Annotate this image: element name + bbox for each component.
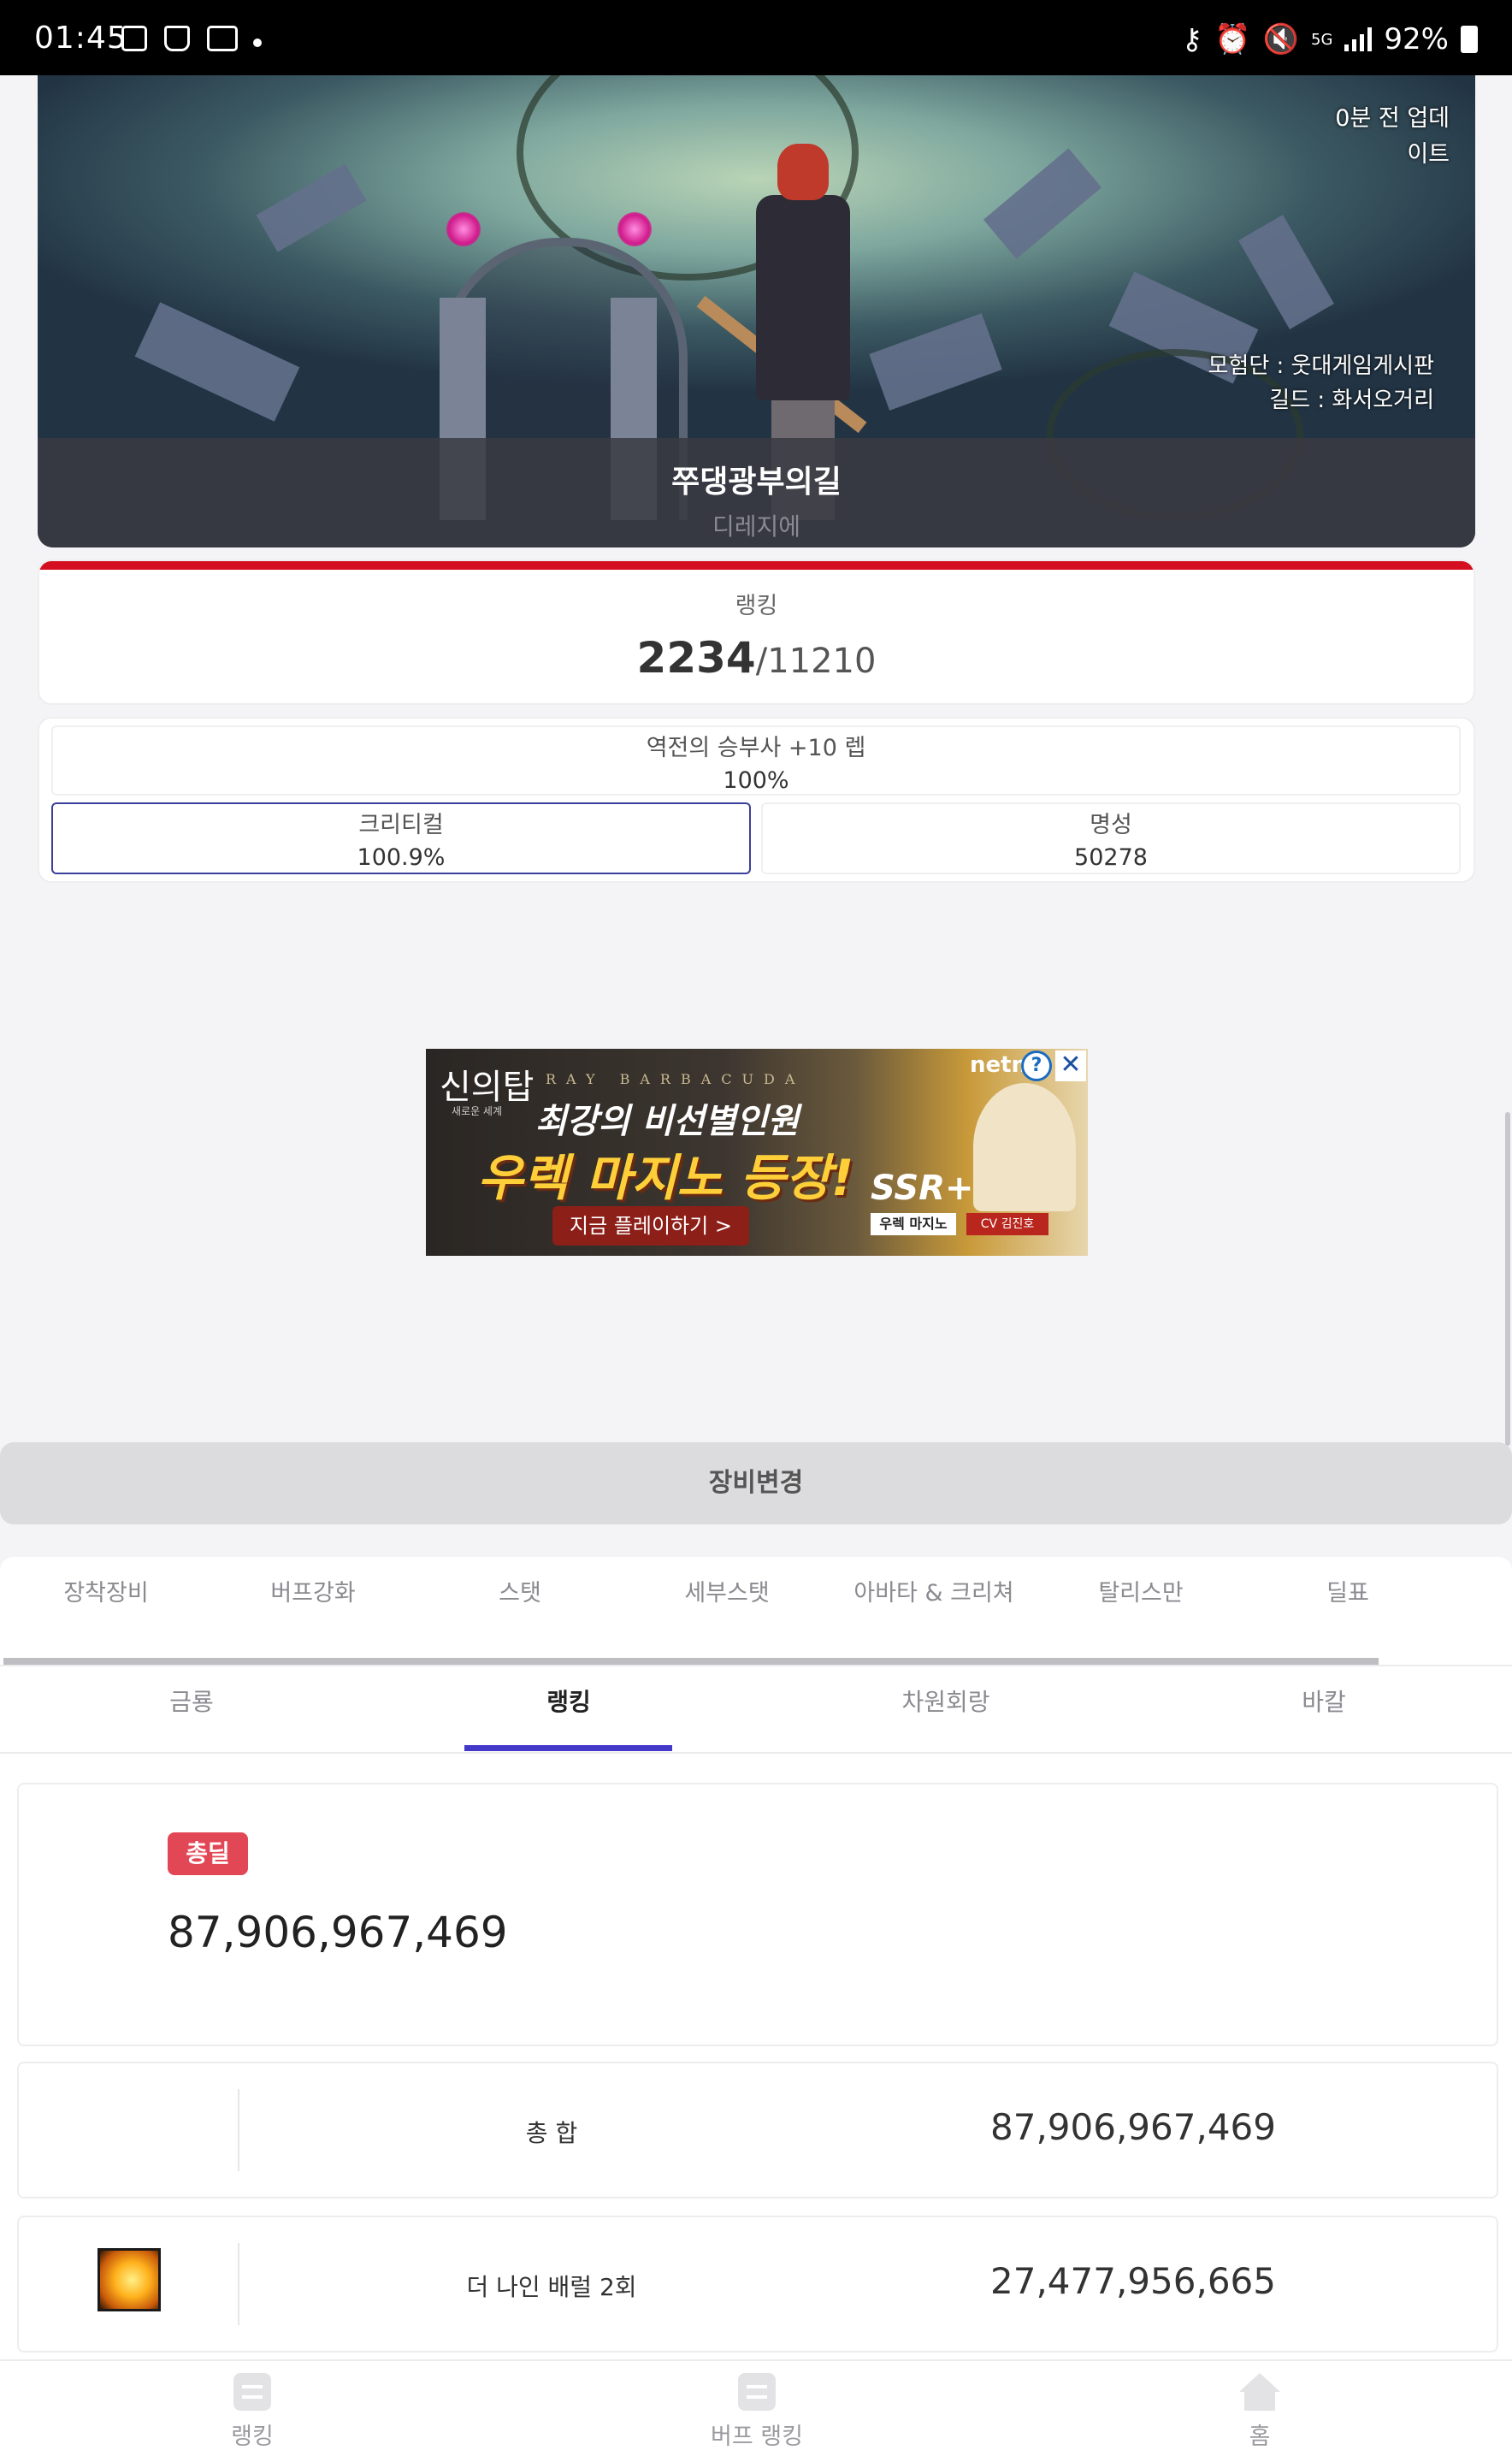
ranking-card: 랭킹 2234/11210	[38, 559, 1475, 705]
subtab-dimension-corridor[interactable]: 차원회랑	[843, 1684, 1048, 1718]
subtab-bakal[interactable]: 바칼	[1221, 1684, 1426, 1718]
ad-headline-1: 최강의 비선별인원	[535, 1102, 800, 1141]
character-name: 쭈댕광부의길	[671, 465, 842, 500]
ad-logo: 신의탑	[440, 1068, 535, 1107]
equip-change-button[interactable]: 장비변경	[0, 1442, 1512, 1524]
status-bar: 01:45 ⚷ ⏰ 🔇 5G 92%	[0, 0, 1512, 75]
update-time: 0분 전 업데 이트	[1335, 105, 1450, 168]
active-tab-indicator	[464, 1745, 672, 1751]
mute-icon: 🔇	[1262, 22, 1300, 56]
orb-decoration	[617, 212, 652, 246]
rock-decoration	[869, 313, 1002, 411]
alarm-icon: ⏰	[1214, 22, 1251, 56]
character-body	[756, 195, 850, 400]
ad-play-button[interactable]: 지금 플레이하기 >	[552, 1206, 749, 1246]
total-damage-badge: 총딜	[168, 1832, 248, 1875]
fame-stat[interactable]: 명성 50278	[761, 802, 1461, 874]
damage-row-name: 더 나인 배럴 2회	[466, 2273, 637, 2301]
ranking-label: 랭킹	[735, 593, 778, 619]
rock-decoration	[256, 163, 367, 252]
character-head	[777, 144, 829, 200]
ad-banner[interactable]: 신의탑 새로운 세계 RAY BARBACUDA 최강의 비선별인원 우렉 마지…	[426, 1049, 1088, 1256]
ranking-value: 2234/11210	[39, 633, 1474, 683]
list-icon	[233, 2373, 271, 2411]
ad-info-icon[interactable]: ?	[1021, 1050, 1052, 1081]
title-stat[interactable]: 역전의 승부사 +10 렙 100%	[51, 725, 1461, 796]
damage-row-value: 87,906,967,469	[990, 2106, 1276, 2148]
notification-dot-icon	[253, 38, 262, 47]
home-icon-body	[1244, 2392, 1275, 2411]
tab-talisman[interactable]: 탈리스만	[1055, 1574, 1226, 1607]
ranking-total: /11210	[755, 642, 877, 681]
tab-avatar-creature[interactable]: 아바타 & 크리쳐	[848, 1574, 1019, 1607]
ad-cv: CV 김진호	[966, 1213, 1048, 1235]
list-icon	[738, 2373, 776, 2411]
guild-name: 길드 : 화서오거리	[1269, 388, 1434, 413]
tab-buff-enhance[interactable]: 버프강화	[227, 1574, 399, 1607]
ranking-accent-bar	[39, 561, 1474, 570]
adventure-group: 모험단 : 웃대게임게시판	[1208, 353, 1435, 379]
scrollbar[interactable]	[1505, 1112, 1510, 1446]
skill-icon	[97, 2248, 161, 2311]
subtab-geumryong[interactable]: 금룡	[89, 1684, 294, 1718]
ad-ssr-name: 우렉 마지노	[871, 1213, 956, 1235]
tab-stats[interactable]: 스탯	[434, 1574, 605, 1607]
ad-close-icon[interactable]: ✕	[1055, 1050, 1086, 1081]
ad-logo-sub: 새로운 세계	[452, 1105, 503, 1117]
damage-row-value: 27,477,956,665	[990, 2260, 1276, 2302]
rock-decoration	[983, 148, 1102, 259]
character-banner: 0분 전 업데 이트 모험단 : 웃대게임게시판 길드 : 화서오거리 쭈댕광부…	[38, 75, 1475, 547]
critical-stat[interactable]: 크리티컬 100.9%	[51, 802, 751, 874]
key-icon: ⚷	[1181, 22, 1203, 56]
ad-eng-title: RAY BARBACUDA	[546, 1071, 806, 1087]
network-label: 5G	[1311, 30, 1333, 49]
gallery-icon	[121, 26, 147, 51]
ad-ssr-badge: SSR+	[871, 1169, 974, 1208]
tab-equipment[interactable]: 장착장비	[21, 1574, 192, 1607]
rock-decoration	[134, 302, 300, 422]
home-icon	[1239, 2373, 1280, 2392]
status-right: ⚷ ⏰ 🔇 5G 92%	[1181, 22, 1478, 56]
tabs-divider	[0, 1665, 1512, 1666]
tab-damage-table[interactable]: 딜표	[1262, 1574, 1433, 1607]
total-damage-value: 87,906,967,469	[168, 1908, 508, 1957]
character-nameplate: 쭈댕광부의길 디레지에	[38, 438, 1475, 547]
nav-home[interactable]: 홈	[1166, 2373, 1354, 2451]
battery-text: 92%	[1384, 22, 1449, 56]
signal-icon	[1344, 27, 1373, 51]
ad-headline-2: 우렉 마지노 등장!	[477, 1149, 854, 1207]
tabs-scrollbar[interactable]	[3, 1658, 1379, 1665]
damage-row-name: 총 합	[525, 2119, 578, 2147]
subtab-ranking[interactable]: 랭킹	[466, 1684, 671, 1718]
ranking-rank: 2234	[636, 633, 756, 683]
status-time: 01:45	[34, 21, 127, 56]
shopping-bag-icon	[164, 26, 190, 51]
guild-info: 모험단 : 웃대게임게시판 길드 : 화서오거리	[1208, 349, 1435, 417]
nav-buff-ranking[interactable]: 버프 랭킹	[663, 2373, 851, 2451]
battery-icon	[1461, 26, 1478, 53]
tab-detail-stats[interactable]: 세부스탯	[641, 1574, 812, 1607]
server-name: 디레지에	[712, 512, 801, 541]
nav-ranking[interactable]: 랭킹	[158, 2373, 346, 2451]
webtoon-icon	[207, 26, 238, 51]
rock-decoration	[1238, 215, 1334, 329]
subtabs-divider	[0, 1752, 1512, 1754]
orb-decoration	[446, 212, 481, 246]
ad-character-image	[973, 1083, 1076, 1211]
